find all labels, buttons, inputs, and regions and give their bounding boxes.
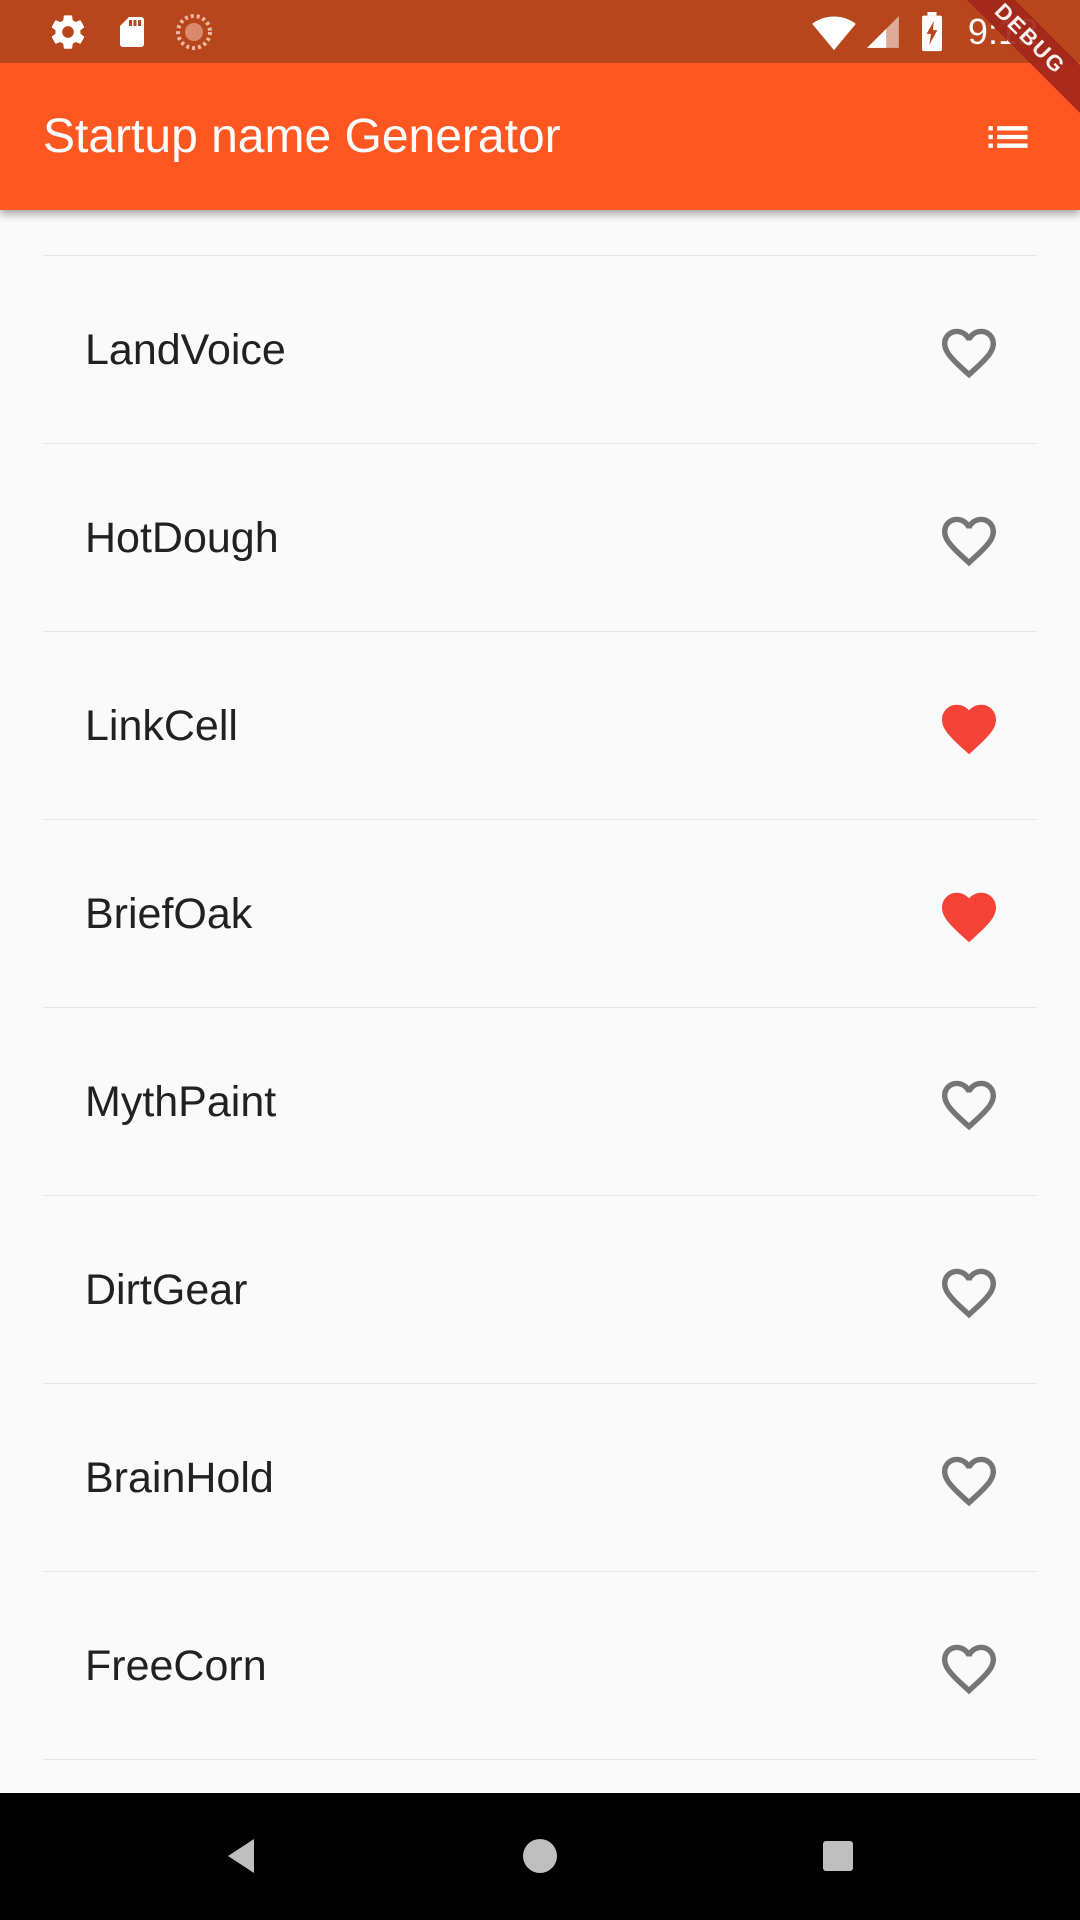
home-icon bbox=[523, 1839, 557, 1873]
back-icon bbox=[228, 1839, 254, 1873]
heart-outline-icon[interactable] bbox=[940, 1642, 996, 1695]
sync-icon bbox=[174, 12, 214, 57]
recents-button[interactable] bbox=[813, 1831, 863, 1881]
startup-name-label: MythPaint bbox=[85, 1078, 277, 1126]
list-item[interactable]: FreeCorn bbox=[0, 1572, 1080, 1760]
home-button[interactable] bbox=[515, 1831, 565, 1881]
list-item[interactable]: HotDough bbox=[0, 444, 1080, 632]
startup-name-label: BriefOak bbox=[85, 890, 253, 938]
heart-outline-icon[interactable] bbox=[940, 1078, 996, 1131]
list-item[interactable]: LandVoice bbox=[0, 256, 1080, 444]
sd-card-icon bbox=[114, 12, 150, 57]
heart-outline-icon[interactable] bbox=[940, 1266, 996, 1319]
status-bar: 9:12 bbox=[0, 0, 1080, 63]
page-title: Startup name Generator bbox=[43, 110, 561, 163]
startup-name-label: HotDough bbox=[85, 514, 279, 562]
startup-name-label: BrainHold bbox=[85, 1454, 274, 1502]
heart-outline-icon[interactable] bbox=[940, 514, 996, 567]
saved-list-button[interactable] bbox=[982, 111, 1034, 163]
startup-name-label: FreeCorn bbox=[85, 1642, 267, 1690]
list-item[interactable]: LinkCell bbox=[0, 632, 1080, 820]
back-button[interactable] bbox=[216, 1831, 266, 1881]
heart-filled-icon[interactable] bbox=[940, 890, 996, 943]
list-divider bbox=[43, 1759, 1037, 1760]
heart-outline-icon[interactable] bbox=[940, 326, 996, 379]
heart-outline-icon[interactable] bbox=[940, 1454, 996, 1507]
list-item[interactable]: MythPaint bbox=[0, 1008, 1080, 1196]
startup-name-label: DirtGear bbox=[85, 1266, 248, 1314]
list-item[interactable]: DirtGear bbox=[0, 1196, 1080, 1384]
heart-filled-icon[interactable] bbox=[940, 702, 996, 755]
signal-icon bbox=[864, 12, 902, 57]
app-screen: 9:12 Startup name Generator DEBUG FreshA… bbox=[0, 0, 1080, 1920]
wifi-icon bbox=[812, 12, 856, 57]
navigation-bar bbox=[0, 1793, 1080, 1920]
list-item[interactable]: BriefOak bbox=[0, 820, 1080, 1008]
list-icon bbox=[988, 126, 1028, 148]
startup-name-label: LandVoice bbox=[85, 326, 286, 374]
app-bar: Startup name Generator bbox=[0, 63, 1080, 210]
recents-icon bbox=[823, 1841, 853, 1871]
battery-charging-icon bbox=[920, 12, 944, 57]
settings-icon bbox=[48, 12, 88, 57]
startup-name-label: LinkCell bbox=[85, 702, 238, 750]
list-item[interactable]: BrainHold bbox=[0, 1384, 1080, 1572]
startup-name-list: FreshAirLandVoiceHotDoughLinkCellBriefOa… bbox=[0, 63, 1080, 1793]
